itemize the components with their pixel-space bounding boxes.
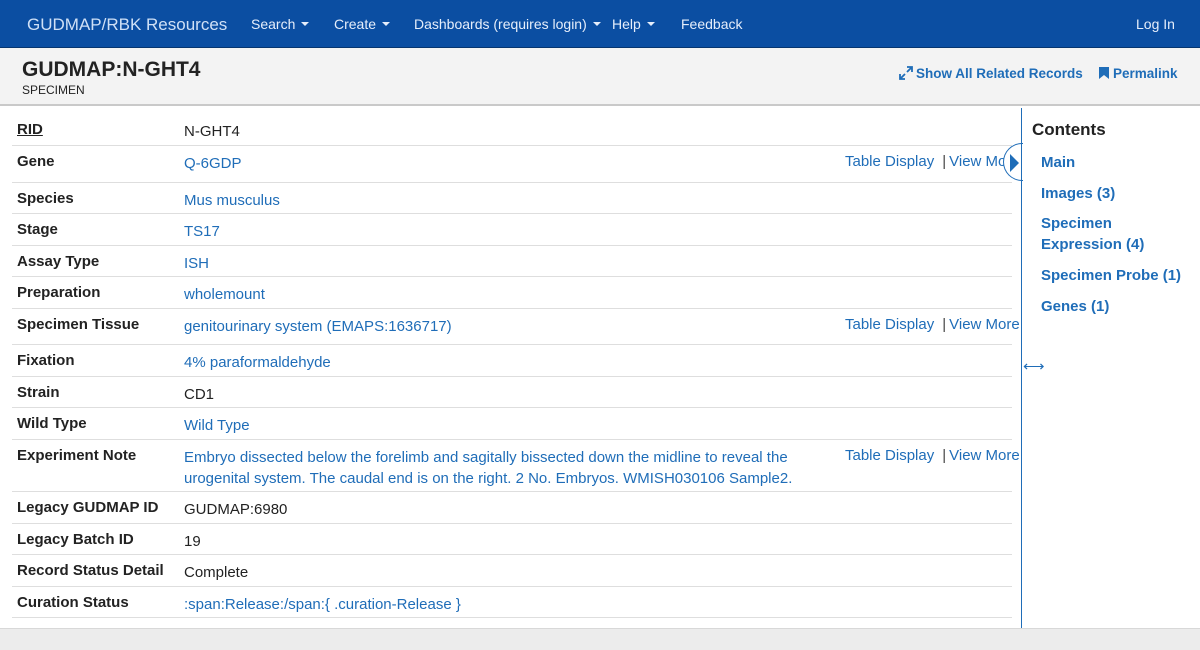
row-preparation: Preparation wholemount [12, 277, 1012, 309]
nav-dashboards-menu[interactable]: Dashboards (requires login) [414, 16, 601, 32]
row-rid: RID N-GHT4 [12, 114, 1012, 146]
key-assay-type: Assay Type [17, 253, 100, 270]
toc-item-main[interactable]: Main [1041, 152, 1075, 173]
key-fixation: Fixation [17, 352, 75, 369]
nav-search-label: Search [251, 16, 296, 32]
key-wild-type: Wild Type [17, 415, 87, 432]
key-record-status-detail: Record Status Detail [17, 562, 164, 579]
permalink-link[interactable]: Permalink [1098, 66, 1178, 81]
show-all-related-records-link[interactable]: Show All Related Records [899, 66, 1083, 81]
nav-help-menu[interactable]: Help [612, 16, 655, 32]
value-stage-link[interactable]: TS17 [184, 221, 220, 242]
value-assay-type-link[interactable]: ISH [184, 253, 209, 274]
row-legacy-batch-id: Legacy Batch ID 19 [12, 524, 1012, 555]
nav-feedback-link[interactable]: Feedback [681, 16, 742, 32]
page-title: GUDMAP:N-GHT4 [22, 58, 201, 81]
toc-item-specimen-expression[interactable]: Specimen Expression (4) [1041, 213, 1161, 255]
key-legacy-gudmap-id: Legacy GUDMAP ID [17, 499, 159, 516]
toc-item-genes[interactable]: Genes (1) [1041, 296, 1109, 317]
nav-dashboards-label: Dashboards (requires login) [414, 16, 587, 32]
bottom-scroll-area [0, 628, 1200, 650]
top-navbar: GUDMAP/RBK Resources Search Create Dashb… [0, 0, 1200, 48]
page-subtitle: SPECIMEN [22, 83, 85, 97]
value-experiment-note-link[interactable]: Embryo dissected below the forelimb and … [184, 447, 824, 489]
value-gene-link[interactable]: Q-6GDP [184, 153, 242, 174]
row-assay-type: Assay Type ISH [12, 246, 1012, 277]
value-wild-type-link[interactable]: Wild Type [184, 415, 250, 436]
tissue-table-display-link[interactable]: Table Display [845, 316, 934, 333]
row-wild-type: Wild Type Wild Type [12, 408, 1012, 440]
value-fixation-link[interactable]: 4% paraformaldehyde [184, 352, 331, 373]
value-specimen-tissue-link[interactable]: genitourinary system (EMAPS:1636717) [184, 316, 452, 337]
key-experiment-note: Experiment Note [17, 447, 137, 464]
caret-down-icon [301, 22, 310, 26]
row-gene: Gene Q-6GDP Table Display | View More [12, 146, 1020, 183]
row-curation-status: Curation Status :span:Release:/span:{ .c… [12, 587, 1012, 618]
value-record-status-detail: Complete [184, 564, 249, 581]
row-stage: Stage TS17 [12, 214, 1012, 246]
contents-sidebar: Contents Main Images (3) Specimen Expres… [1022, 108, 1200, 628]
key-gene: Gene [17, 153, 55, 170]
row-legacy-gudmap-id: Legacy GUDMAP ID GUDMAP:6980 [12, 492, 1012, 524]
toc-item-specimen-probe[interactable]: Specimen Probe (1) [1041, 265, 1181, 286]
brand-link[interactable]: GUDMAP/RBK Resources [27, 15, 227, 35]
toc-item-images[interactable]: Images (3) [1041, 183, 1115, 204]
row-strain: Strain CD1 [12, 377, 1012, 408]
key-species: Species [17, 190, 74, 207]
record-table: RID N-GHT4 Gene Q-6GDP Table Display | Vie… [0, 108, 1021, 628]
permalink-label: Permalink [1113, 66, 1178, 81]
caret-down-icon [592, 22, 601, 26]
gene-table-display-link[interactable]: Table Display [845, 153, 934, 170]
tissue-view-more-link[interactable]: View More [949, 316, 1020, 333]
value-legacy-gudmap-id: GUDMAP:6980 [184, 501, 288, 518]
bookmark-icon [1099, 67, 1109, 79]
key-curation-status: Curation Status [17, 594, 129, 611]
nav-create-menu[interactable]: Create [334, 16, 391, 32]
value-preparation-link[interactable]: wholemount [184, 284, 265, 305]
row-fixation: Fixation 4% paraformaldehyde [12, 345, 1012, 377]
note-view-more-link[interactable]: View More [949, 447, 1020, 464]
value-species-link[interactable]: Mus musculus [184, 190, 280, 211]
separator: | [942, 447, 947, 464]
value-curation-status-link[interactable]: :span:Release:/span:{ .curation-Release … [184, 594, 461, 615]
row-experiment-note: Experiment Note Embryo dissected below t… [12, 440, 1020, 492]
nav-help-label: Help [612, 16, 641, 32]
record-header: GUDMAP:N-GHT4 SPECIMEN Show All Related … [0, 48, 1200, 106]
row-species: Species Mus musculus [12, 183, 1012, 214]
row-record-status-detail: Record Status Detail Complete [12, 555, 1012, 587]
nav-create-label: Create [334, 16, 377, 32]
key-preparation: Preparation [17, 284, 101, 301]
nav-search-menu[interactable]: Search [251, 16, 310, 32]
show-all-label: Show All Related Records [916, 66, 1083, 81]
caret-right-icon [1010, 154, 1019, 172]
caret-down-icon [382, 22, 391, 26]
key-strain: Strain [17, 384, 60, 401]
row-specimen-tissue: Specimen Tissue genitourinary system (EM… [12, 309, 1020, 345]
key-rid: RID [17, 121, 43, 138]
note-table-display-link[interactable]: Table Display [845, 447, 934, 464]
contents-title: Contents [1032, 120, 1106, 139]
separator: | [942, 153, 947, 170]
note-actions: Table Display | View More [845, 447, 1020, 464]
tissue-actions: Table Display | View More [845, 316, 1020, 333]
expand-icon [899, 66, 913, 80]
value-legacy-batch-id: 19 [184, 533, 201, 550]
key-specimen-tissue: Specimen Tissue [17, 316, 140, 333]
value-rid: N-GHT4 [184, 123, 240, 140]
separator: | [942, 316, 947, 333]
login-link[interactable]: Log In [1136, 16, 1175, 32]
value-strain: CD1 [184, 386, 215, 403]
caret-down-icon [646, 22, 655, 26]
key-stage: Stage [17, 221, 58, 238]
gene-actions: Table Display | View More [845, 153, 1020, 170]
key-legacy-batch-id: Legacy Batch ID [17, 531, 134, 548]
